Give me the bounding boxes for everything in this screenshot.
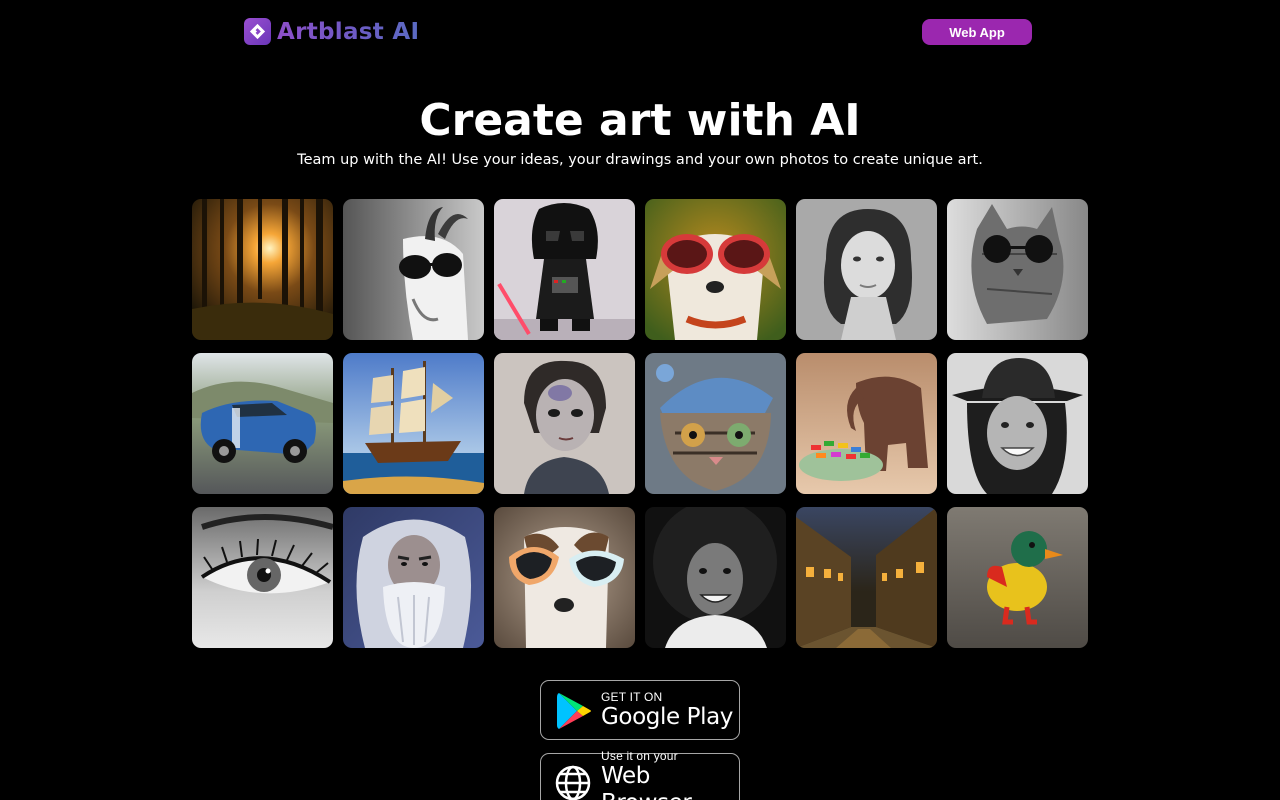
google-play-big-label: Google Play: [601, 703, 733, 730]
gallery-image-toy-duck[interactable]: [947, 507, 1088, 648]
brand-logo[interactable]: Artblast AI: [244, 18, 419, 45]
brand-logo-icon: [244, 18, 271, 45]
web-browser-badge[interactable]: Use it on your Web Browser: [540, 749, 740, 800]
gallery-image-smiling-woman-with-hat[interactable]: [947, 353, 1088, 494]
gallery-image-cat-with-blue-hat[interactable]: [645, 353, 786, 494]
gallery-image-blue-sports-car[interactable]: [192, 353, 333, 494]
page-subtitle: Team up with the AI! Use your ideas, you…: [297, 152, 983, 168]
gallery-image-wooden-elephant-with-candy[interactable]: [796, 353, 937, 494]
gallery-image-eye-closeup[interactable]: [192, 507, 333, 648]
gallery-image-forest-sunset[interactable]: [192, 199, 333, 340]
gallery-image-night-street[interactable]: [796, 507, 937, 648]
gallery-image-sailing-ship[interactable]: [343, 353, 484, 494]
web-browser-small-label: Use it on your: [601, 749, 678, 763]
gallery-image-cat-with-sunglasses[interactable]: [947, 199, 1088, 340]
web-app-button[interactable]: Web App: [922, 19, 1032, 45]
google-play-icon: [553, 690, 593, 730]
web-browser-big-label: Web Browser: [601, 763, 692, 800]
gallery-image-goat-with-sunglasses[interactable]: [343, 199, 484, 340]
gallery-image-dog-with-red-sunglasses[interactable]: [645, 199, 786, 340]
gallery-image-darth-vader-figure[interactable]: [494, 199, 635, 340]
art-gallery: [192, 199, 1088, 648]
gallery-image-dog-with-goggles[interactable]: [494, 507, 635, 648]
google-play-badge[interactable]: GET IT ON Google Play: [540, 680, 740, 740]
gallery-image-smiling-woman-curly-hair[interactable]: [645, 507, 786, 648]
gallery-image-painted-woman-portrait[interactable]: [494, 353, 635, 494]
page-title: Create art with AI: [419, 95, 861, 146]
google-play-small-label: GET IT ON: [601, 689, 663, 704]
brand-name: Artblast AI: [277, 18, 420, 45]
globe-icon: [553, 763, 593, 800]
top-header: Artblast AI Web App: [0, 0, 1280, 64]
gallery-image-old-wizard[interactable]: [343, 507, 484, 648]
gallery-image-woman-portrait[interactable]: [796, 199, 937, 340]
